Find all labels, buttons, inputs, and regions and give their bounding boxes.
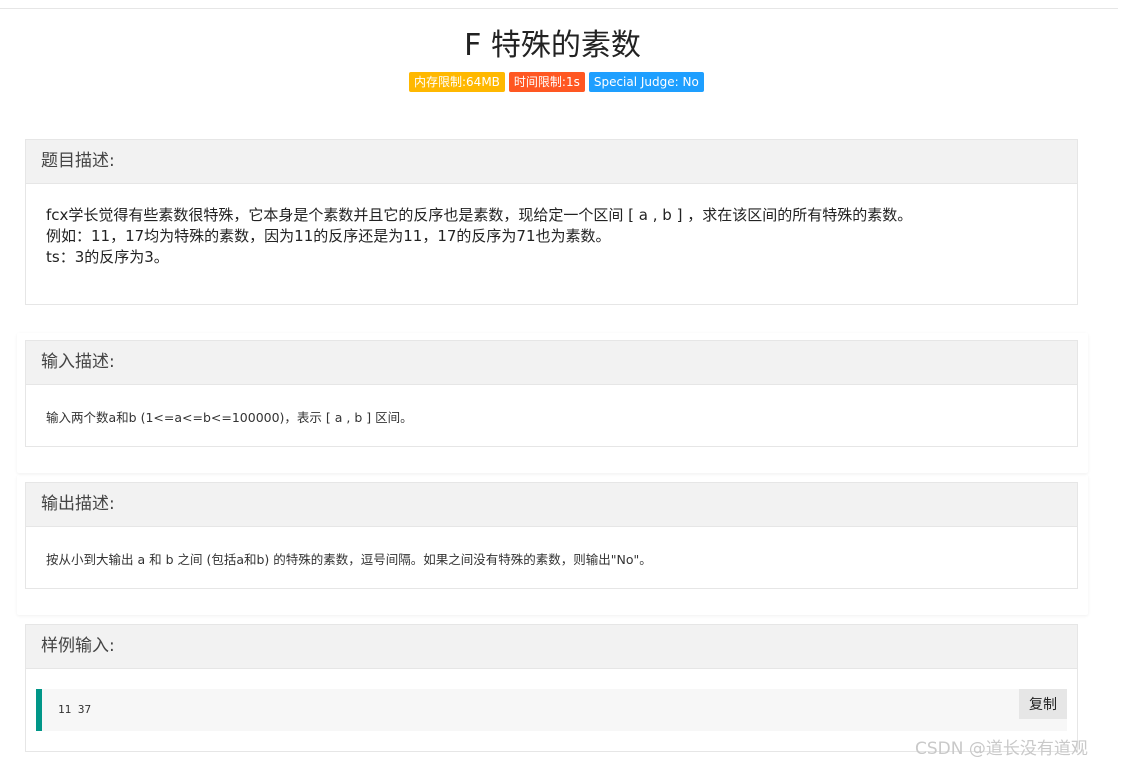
input-panel: 输入描述: 输入两个数a和b (1<=a<=b<=100000)，表示 [ a … — [25, 340, 1078, 447]
special-judge-badge: Special Judge: No — [588, 72, 704, 92]
description-line: 例如：11，17均为特殊的素数，因为11的反序还是为11，17的反序为71也为素… — [46, 227, 611, 245]
copy-button[interactable]: 复制 — [1019, 689, 1067, 719]
input-description-text: 输入两个数a和b (1<=a<=b<=100000)，表示 [ a , b ] … — [46, 410, 413, 425]
sample-input-heading: 样例输入: — [26, 625, 1077, 669]
sample-code-block: 11 37 复制 — [36, 689, 1067, 731]
limit-badges: 内存限制:64MB 时间限制:1s Special Judge: No — [409, 72, 704, 92]
output-heading: 输出描述: — [26, 483, 1077, 527]
input-heading: 输入描述: — [26, 341, 1077, 385]
output-description-text: 按从小到大输出 a 和 b 之间 (包括a和b) 的特殊的素数，逗号间隔。如果之… — [46, 552, 652, 567]
page-title: F 特殊的素数 — [464, 28, 641, 63]
description-line: fcx学长觉得有些素数很特殊，它本身是个素数并且它的反序也是素数，现给定一个区间… — [46, 206, 913, 224]
description-line: ts：3的反序为3。 — [46, 248, 169, 266]
memory-limit-badge: 内存限制:64MB — [409, 72, 505, 92]
sample-code-text: 11 37 — [58, 703, 92, 716]
sample-input-panel: 样例输入: 11 37 复制 — [25, 624, 1078, 752]
output-panel: 输出描述: 按从小到大输出 a 和 b 之间 (包括a和b) 的特殊的素数，逗号… — [25, 482, 1078, 589]
description-heading: 题目描述: — [26, 140, 1077, 184]
top-divider — [0, 8, 1118, 9]
time-limit-badge: 时间限制:1s — [508, 72, 585, 92]
csdn-watermark: CSDN @道长没有道观 — [915, 739, 1088, 759]
description-panel: 题目描述: fcx学长觉得有些素数很特殊，它本身是个素数并且它的反序也是素数，现… — [25, 139, 1078, 305]
